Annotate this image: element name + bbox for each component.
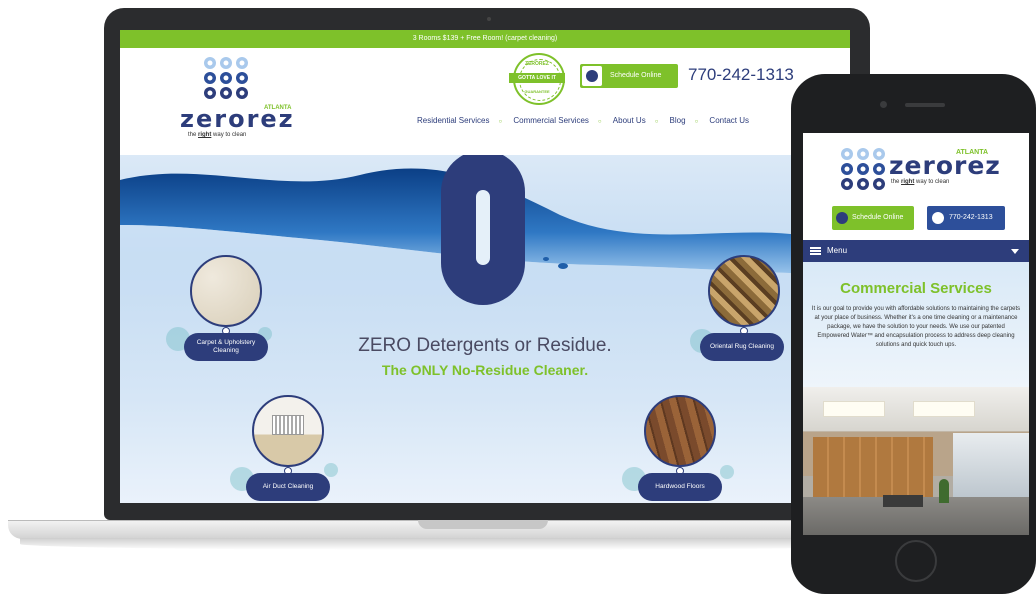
mobile-phone-label: 770-242-1313	[949, 214, 993, 221]
badge-top-text: ZEROREZ	[525, 61, 549, 67]
nav-separator-icon: ○	[597, 119, 602, 125]
office-lobby-image	[803, 387, 1029, 535]
wood-wall	[813, 437, 933, 497]
rug-image	[708, 255, 780, 327]
commercial-services-section: Commercial Services It is our goal to pr…	[803, 262, 1029, 387]
mobile-menu-toggle[interactable]: Menu	[803, 240, 1029, 262]
sofa	[883, 495, 923, 507]
main-nav: Residential Services ○ Commercial Service…	[414, 116, 752, 125]
window	[953, 433, 1029, 503]
hamburger-icon	[810, 247, 821, 255]
laptop-screen: 3 Rooms $139 + Free Room! (carpet cleani…	[120, 30, 850, 503]
vent-graphic	[272, 415, 304, 435]
mobile-schedule-online-button[interactable]: Schedule Online	[832, 206, 914, 230]
logo-tag-suffix: way to clean	[916, 179, 950, 185]
service-carpet-label: Carpet & Upholstery Cleaning	[184, 333, 268, 361]
bubble-decoration	[324, 463, 338, 477]
phone-screen: ATLANTA zerorez the right way to clean S…	[803, 133, 1029, 535]
nav-commercial-services[interactable]: Commercial Services	[513, 116, 589, 125]
bubble-decoration	[720, 465, 734, 479]
zero-graphic-hole	[476, 190, 490, 265]
mobile-call-button[interactable]: 770-242-1313	[927, 206, 1005, 230]
chevron-down-icon	[1011, 249, 1019, 254]
promo-banner[interactable]: 3 Rooms $139 + Free Room! (carpet cleani…	[120, 30, 850, 48]
logo-tag-prefix: the	[891, 179, 900, 185]
logo-wordmark: zerorez	[180, 105, 295, 133]
section-title: Commercial Services	[840, 280, 992, 297]
service-rug-label: Oriental Rug Cleaning	[700, 333, 784, 361]
calendar-icon	[582, 66, 602, 86]
service-duct-label: Air Duct Cleaning	[246, 473, 330, 501]
ceiling-light	[913, 401, 975, 417]
hero-subtitle: The ONLY No-Residue Cleaner.	[381, 362, 589, 378]
schedule-online-button[interactable]: Schedule Online	[580, 64, 678, 88]
nav-residential-services[interactable]: Residential Services	[417, 116, 489, 125]
nav-separator-icon: ○	[694, 119, 699, 125]
air-duct-image	[252, 395, 324, 467]
guarantee-badge: ZEROREZ GOTTA LOVE IT GUARANTEE	[509, 53, 565, 105]
nav-about-us[interactable]: About Us	[613, 116, 646, 125]
section-description: It is our goal to provide you with affor…	[811, 306, 1021, 348]
hardwood-image	[644, 395, 716, 467]
nav-separator-icon: ○	[498, 119, 503, 125]
phone-number-link[interactable]: 770-242-1313	[688, 65, 794, 85]
schedule-online-label: Schedule Online	[610, 72, 662, 79]
badge-ribbon: GOTTA LOVE IT	[509, 73, 565, 83]
mobile-schedule-label: Schedule Online	[852, 214, 904, 221]
nav-separator-icon: ○	[654, 119, 659, 125]
phone-camera	[880, 101, 887, 108]
phone-speaker	[905, 103, 945, 107]
carpet-image	[190, 255, 262, 327]
logo-tagline: the right way to clean	[188, 132, 246, 138]
logo-tag-bold: right	[901, 179, 915, 185]
phone-icon	[932, 212, 944, 224]
badge-bottom-text: GUARANTEE	[524, 89, 550, 94]
hero-banner: ZERO Detergents or Residue. The ONLY No-…	[120, 155, 850, 503]
calendar-icon	[836, 212, 848, 224]
logo-wordmark: zerorez	[889, 151, 1001, 180]
nav-blog[interactable]: Blog	[670, 116, 686, 125]
logo-tag-suffix: way to clean	[213, 132, 247, 138]
logo-tagline: the right way to clean	[891, 179, 949, 185]
laptop-camera	[487, 17, 491, 21]
logo-tag-prefix: the	[188, 132, 197, 138]
logo-dots-icon	[204, 57, 248, 99]
phone-home-button	[895, 540, 937, 582]
menu-label: Menu	[827, 246, 848, 255]
plant	[939, 479, 949, 503]
nav-contact-us[interactable]: Contact Us	[709, 116, 749, 125]
laptop-notch	[418, 520, 548, 529]
mobile-site-logo[interactable]: ATLANTA zerorez the right way to clean	[839, 137, 1009, 197]
logo-dots-icon	[841, 148, 885, 190]
service-hardwood-label: Hardwood Floors	[638, 473, 722, 501]
ceiling-light	[823, 401, 885, 417]
zero-graphic	[441, 155, 525, 305]
logo-tag-bold: right	[198, 132, 212, 138]
